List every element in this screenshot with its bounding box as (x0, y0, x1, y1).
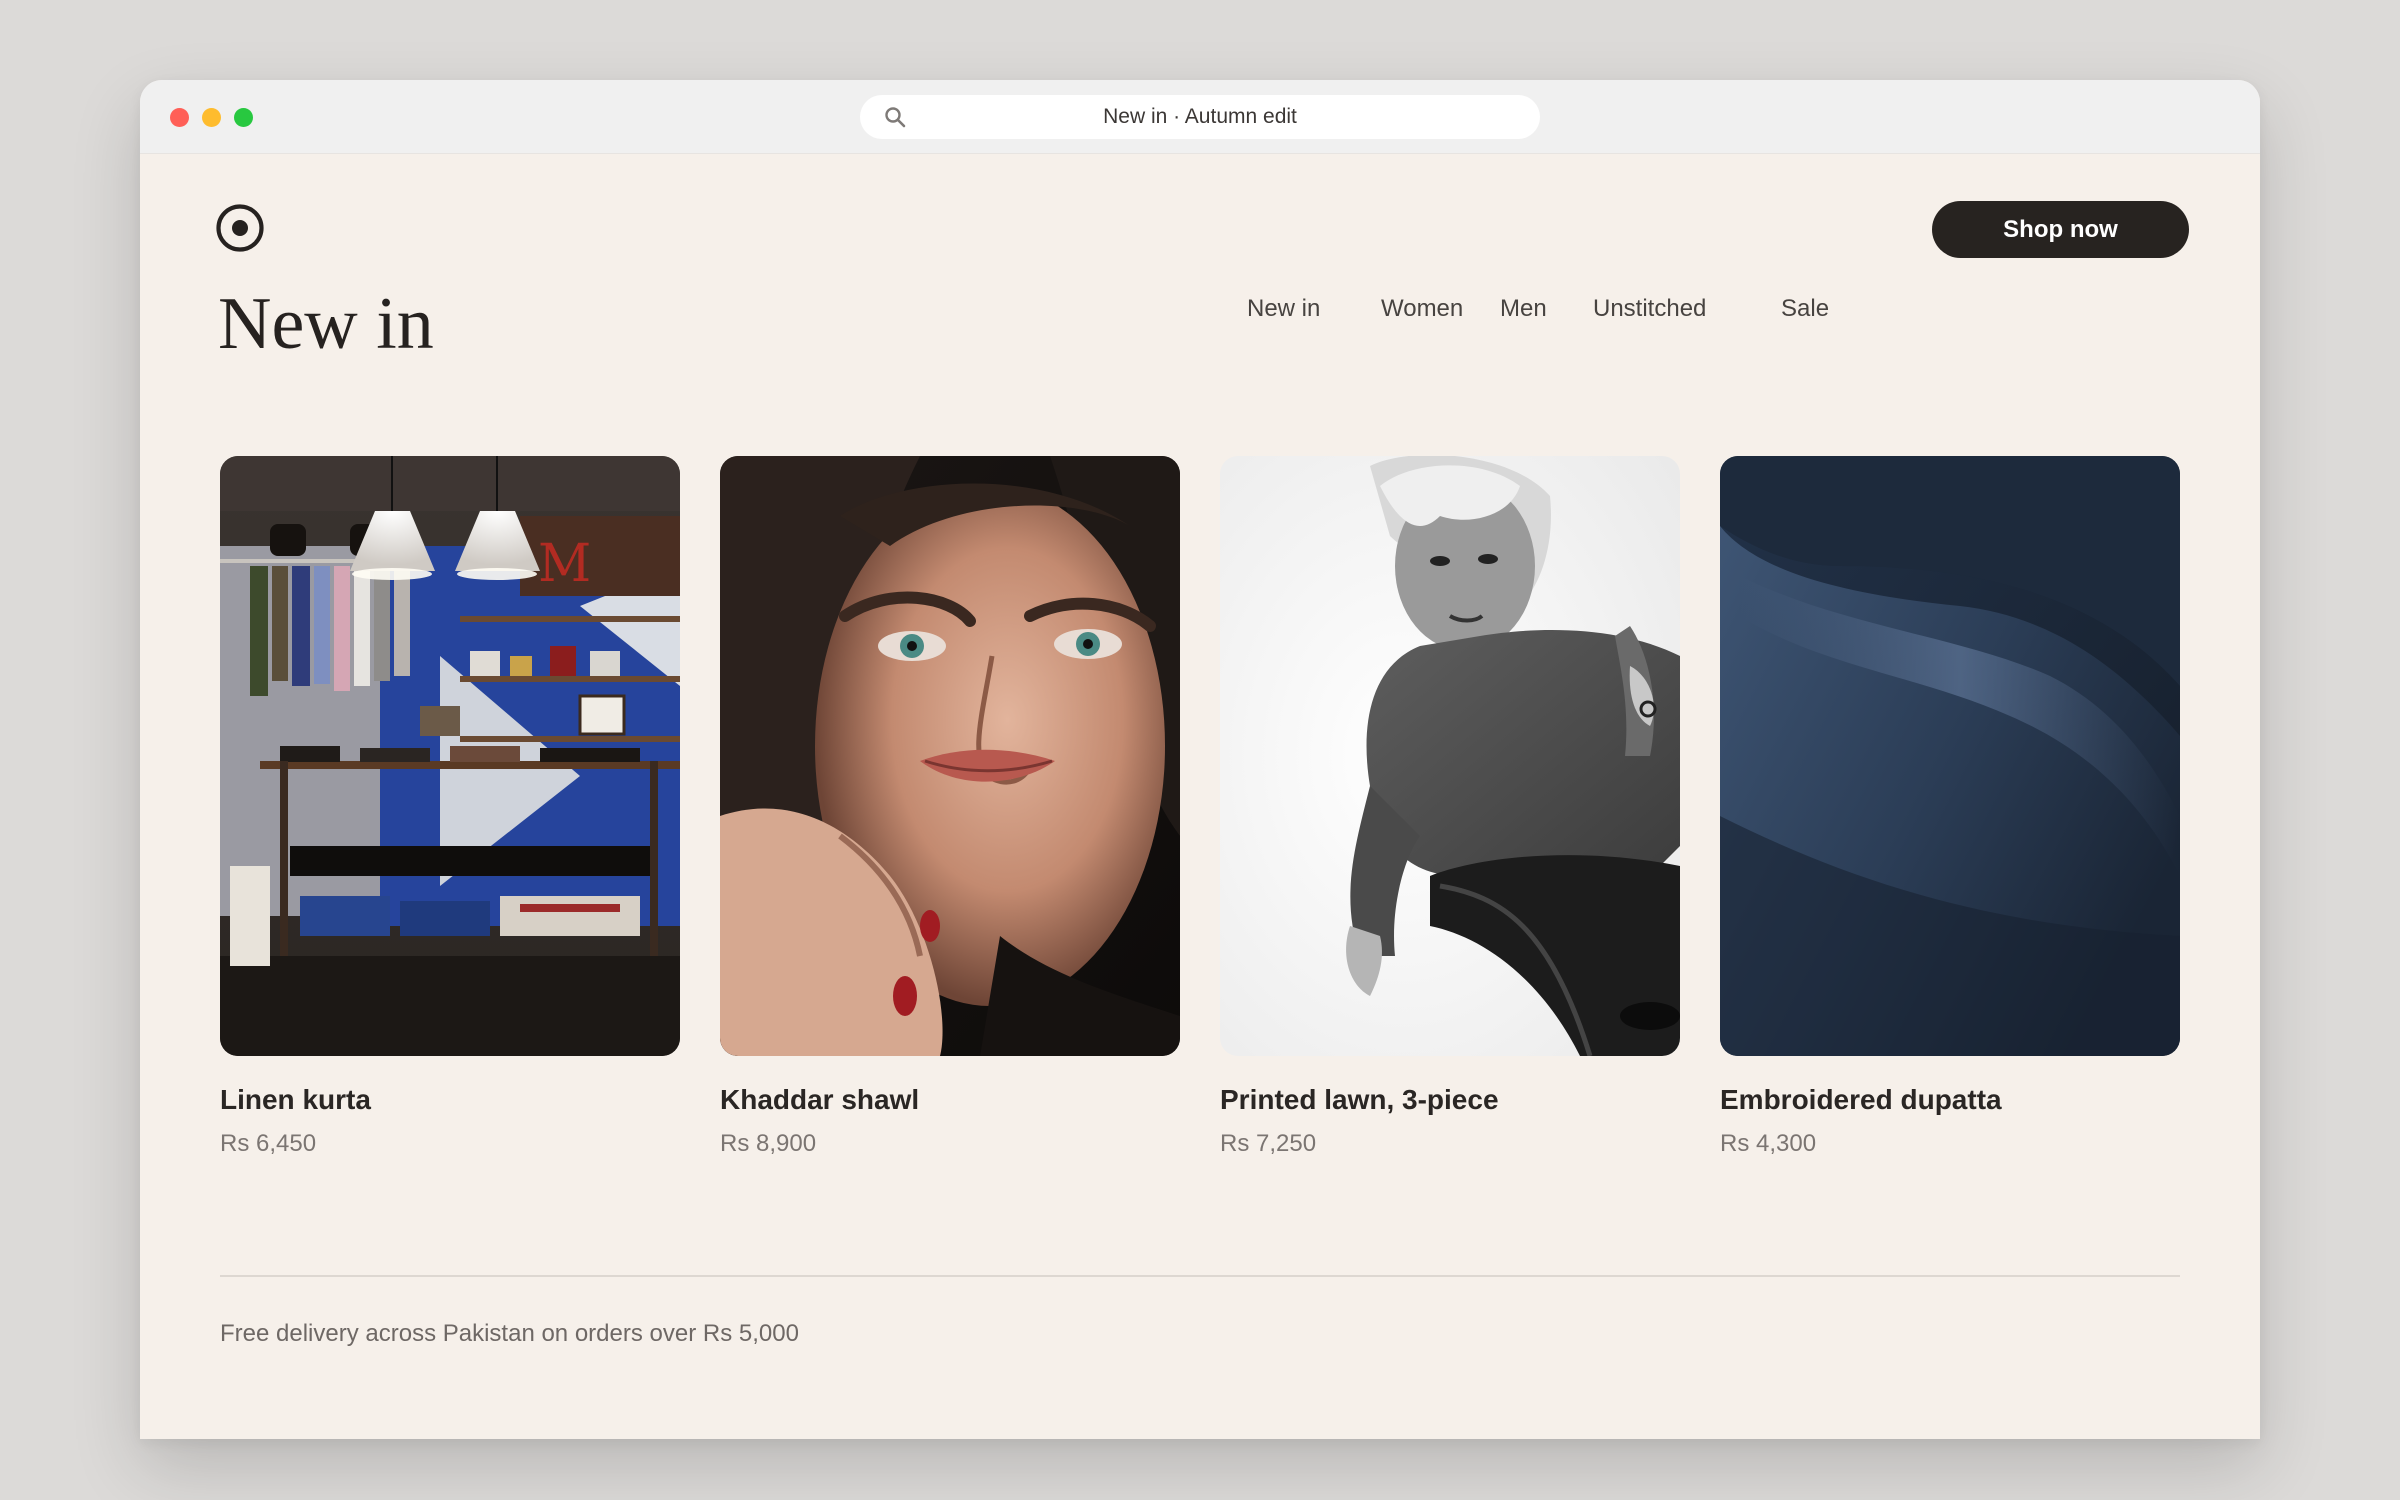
nav-link-women[interactable]: Women (1381, 292, 1463, 326)
shop-now-button[interactable]: Shop now (1932, 201, 2189, 258)
address-text: New in · Autumn edit (1103, 105, 1297, 128)
nav-link-men[interactable]: Men (1500, 292, 1547, 326)
product-price: Rs 7,250 (1220, 1130, 1317, 1157)
nav-link-unstitched[interactable]: Unstitched (1593, 292, 1706, 326)
minimize-window-button[interactable] (202, 108, 221, 127)
product-card[interactable]: Khaddar shawl Rs 8,900 (720, 456, 1180, 1176)
product-image[interactable] (720, 456, 1180, 1056)
maximize-window-button[interactable] (234, 108, 253, 127)
product-name[interactable]: Printed lawn, 3-piece (1220, 1084, 1499, 1116)
browser-window: New in · Autumn edit New in Women Men Un… (140, 80, 2260, 1439)
product-price: Rs 4,300 (1720, 1130, 1817, 1157)
product-card[interactable]: M Linen kurta Rs 6,450 (220, 456, 680, 1176)
page-title: New in (218, 283, 434, 365)
product-name[interactable]: Linen kurta (220, 1084, 371, 1116)
product-name[interactable]: Khaddar shawl (720, 1084, 919, 1116)
logo-icon[interactable] (214, 202, 266, 254)
product-image[interactable]: M (220, 456, 680, 1056)
product-name[interactable]: Embroidered dupatta (1720, 1084, 2002, 1116)
product-card[interactable]: Printed lawn, 3-piece Rs 7,250 (1220, 456, 1680, 1176)
product-image[interactable] (1220, 456, 1680, 1056)
product-price: Rs 8,900 (720, 1130, 817, 1157)
nav-link-new-in[interactable]: New in (1247, 292, 1320, 326)
address-bar[interactable]: New in · Autumn edit (860, 95, 1540, 139)
close-window-button[interactable] (170, 108, 189, 127)
product-card[interactable]: Embroidered dupatta Rs 4,300 (1720, 456, 2180, 1176)
product-price: Rs 6,450 (220, 1130, 317, 1157)
footer-divider (220, 1275, 2180, 1277)
svg-text:M: M (538, 534, 591, 594)
product-image[interactable] (1720, 456, 2180, 1056)
browser-titlebar: New in · Autumn edit (140, 80, 2260, 154)
delivery-note: Free delivery across Pakistan on orders … (220, 1320, 799, 1347)
nav-link-sale[interactable]: Sale (1781, 292, 1829, 326)
